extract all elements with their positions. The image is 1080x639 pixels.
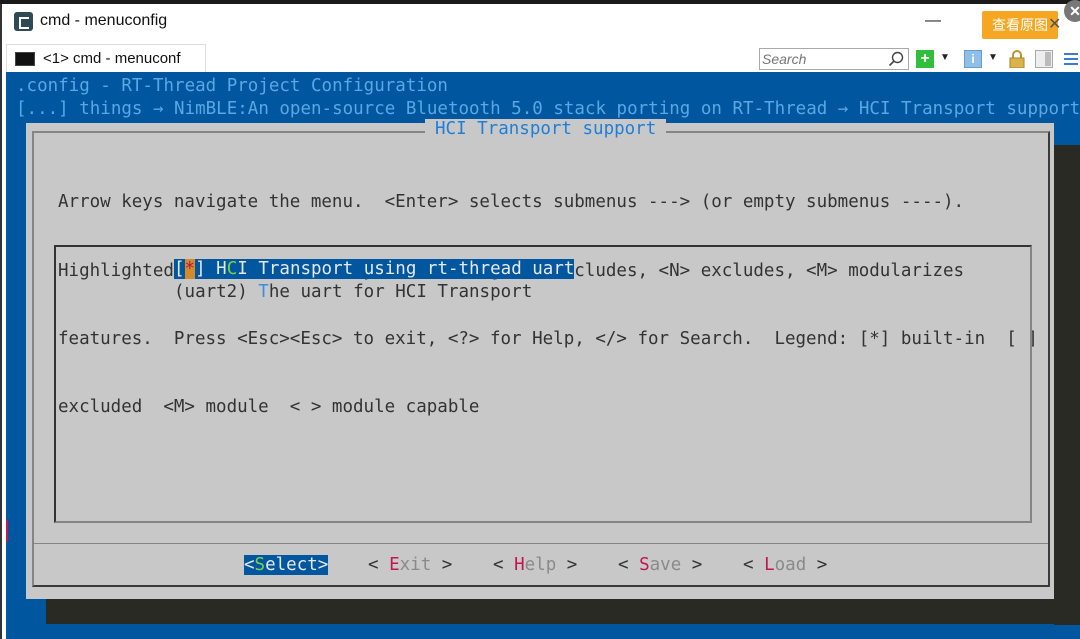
breadcrumb: [...] things → NimBLE:An open-source Blu… (16, 99, 1080, 119)
button-hotkey: S (639, 555, 650, 575)
item-value: (uart2) (174, 282, 259, 302)
config-title: .config - RT-Thread Project Configuratio… (16, 76, 448, 96)
button-label: xit (399, 555, 432, 575)
minimize-button[interactable]: — (922, 12, 944, 32)
panel-icon[interactable] (1035, 50, 1053, 68)
tab-bar: <1> cmd - menuconf + ▼ i ▼ (2, 40, 1080, 72)
tab-console-1[interactable]: <1> cmd - menuconf (6, 44, 206, 72)
button-hotkey: E (389, 555, 400, 575)
overlay-close-icon[interactable]: ✕ (1064, 0, 1080, 22)
save-button[interactable]: < Save > (618, 555, 702, 575)
button-bracket: < (743, 555, 765, 575)
edge-mark (6, 520, 8, 542)
button-bracket: > (317, 555, 329, 575)
button-bracket: > (681, 555, 703, 575)
search-box[interactable] (759, 48, 909, 70)
title-bar: cmd - menuconfig — 查看原图 ✕ ✕ (2, 0, 1080, 40)
button-hotkey: L (764, 555, 775, 575)
item-text: I Transport using rt-thread uart (237, 259, 575, 279)
button-bracket: > (556, 555, 578, 575)
load-button[interactable]: < Load > (743, 555, 827, 575)
menu-icon[interactable] (1064, 50, 1078, 68)
dialog-title: HCI Transport support (425, 119, 667, 139)
checkbox-state[interactable]: * (184, 259, 196, 279)
menuconfig-dialog: HCI Transport support Arrow keys navigat… (26, 119, 1054, 599)
button-label: oad (774, 555, 807, 575)
help-button[interactable]: < Help > (493, 555, 577, 575)
menu-list: [*] HCI Transport using rt-thread uart (… (54, 245, 1032, 523)
button-bracket: > (806, 555, 828, 575)
close-window-button[interactable]: ✕ (1048, 14, 1061, 34)
button-row: <Select> < Exit > < Help > < Save > < Lo… (34, 546, 1048, 588)
exit-button[interactable]: < Exit > (368, 555, 452, 575)
button-bracket: < (493, 555, 515, 575)
item-text-pre: H (216, 259, 227, 279)
checkbox-open: [ (174, 259, 185, 279)
dialog-shadow (1054, 145, 1080, 625)
tab-label: <1> cmd - menuconf (43, 50, 181, 67)
info-icon[interactable]: i (964, 50, 982, 68)
item-hotkey: C (226, 259, 238, 279)
item-text: he uart for HCI Transport (268, 282, 533, 302)
terminal-window: cmd - menuconfig — 查看原图 ✕ ✕ <1> cmd - me… (0, 0, 1080, 639)
app-icon (14, 12, 33, 31)
select-button[interactable]: <Select> (244, 555, 329, 575)
dropdown-icon[interactable]: ▼ (988, 52, 1006, 70)
window-title: cmd - menuconfig (40, 12, 168, 29)
search-input[interactable] (762, 50, 882, 68)
search-icon[interactable] (888, 51, 904, 67)
add-console-icon[interactable]: + (916, 50, 934, 68)
item-hotkey: T (258, 282, 269, 302)
button-label: elect (265, 555, 318, 575)
dropdown-icon[interactable]: ▼ (940, 52, 958, 70)
menu-item-hci-uart-name[interactable]: (uart2) The uart for HCI Transport (174, 282, 532, 302)
button-bracket: < (368, 555, 390, 575)
button-hotkey: S (254, 555, 266, 575)
button-bracket: < (244, 555, 255, 575)
button-hotkey: H (514, 555, 525, 575)
console-icon (15, 52, 35, 66)
button-label: elp (524, 555, 557, 575)
dialog-shadow (46, 599, 1080, 624)
checkbox-close: ] (195, 259, 217, 279)
button-separator (34, 543, 1048, 544)
console-area[interactable]: .config - RT-Thread Project Configuratio… (6, 72, 1080, 639)
help-line: Arrow keys navigate the menu. <Enter> se… (58, 192, 965, 213)
button-bracket: > (431, 555, 453, 575)
lock-icon[interactable] (1009, 50, 1025, 68)
button-bracket: < (618, 555, 640, 575)
dialog-frame: HCI Transport support Arrow keys navigat… (32, 119, 1050, 588)
button-label: ave (649, 555, 682, 575)
view-original-button[interactable]: 查看原图 (982, 11, 1058, 39)
menu-item-hci-transport-uart[interactable]: [*] HCI Transport using rt-thread uart (174, 259, 575, 279)
